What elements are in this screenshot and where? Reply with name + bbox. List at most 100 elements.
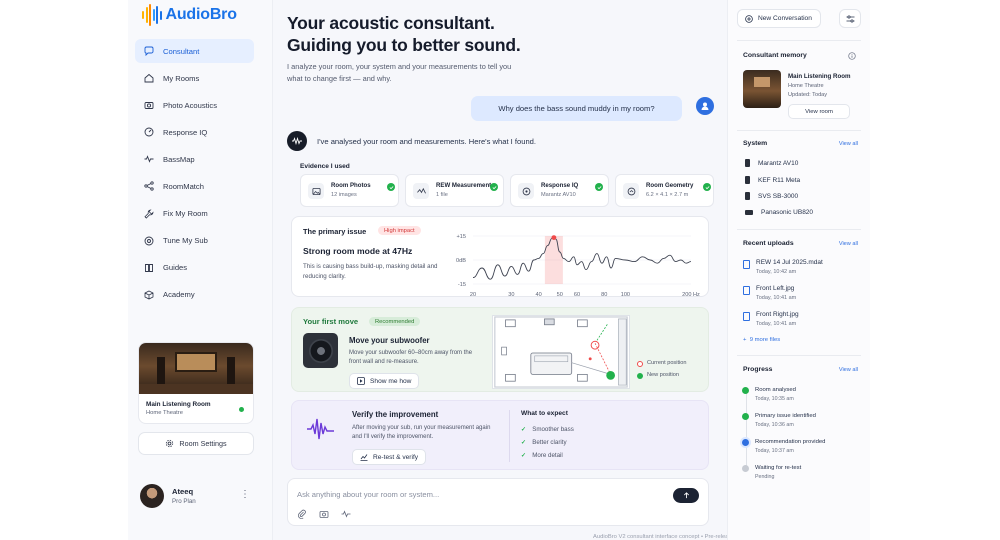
sidebar-item-tune-my-sub[interactable]: Tune My Sub xyxy=(135,229,254,253)
more-vertical-icon[interactable]: ⋮ xyxy=(240,490,250,500)
system-item[interactable]: Marantz AV10 xyxy=(745,159,798,167)
check-icon xyxy=(595,183,603,191)
system-item[interactable]: SVS SB-3000 xyxy=(745,192,798,200)
evidence-item-room-photos[interactable]: Room Photos 12 images xyxy=(300,174,399,207)
x-tick-label: 40 xyxy=(536,292,542,298)
system-view-all-link[interactable]: View all xyxy=(839,141,858,147)
new-conversation-button[interactable]: New Conversation xyxy=(737,9,821,28)
legend-new-label: New position xyxy=(647,372,680,378)
divider xyxy=(509,410,510,462)
evidence-item-response-iq[interactable]: Response IQ Marantz AV10 xyxy=(510,174,609,207)
expect-item: ✓ More detail xyxy=(521,452,563,459)
x-tick-label: 60 xyxy=(574,292,580,298)
room-card[interactable]: Main Listening Room Home Theatre xyxy=(138,342,254,424)
waveform-icon[interactable] xyxy=(341,509,351,519)
verify-headline: Verify the improvement xyxy=(352,410,439,419)
move-label: Your first move xyxy=(303,317,359,326)
sidebar-item-label: Tune My Sub xyxy=(163,236,208,246)
checkmark-icon: ✓ xyxy=(521,452,527,459)
x-tick-label: 200 Hz xyxy=(682,292,700,298)
sidebar-item-response-iq[interactable]: Response IQ xyxy=(135,120,254,144)
new-position-marker xyxy=(606,370,615,380)
cube-icon xyxy=(623,183,639,199)
composer-tools xyxy=(297,509,351,519)
uploads-title: Recent uploads xyxy=(743,240,794,247)
sidebar-item-bassmap[interactable]: BassMap xyxy=(135,147,254,171)
sidebar-item-label: Consultant xyxy=(163,46,200,56)
hero-subtitle: I analyze your room, your system and you… xyxy=(287,62,512,83)
gauge-icon xyxy=(144,127,154,137)
peak-marker xyxy=(551,235,557,240)
sidebar-item-label: BassMap xyxy=(163,154,195,164)
sidebar-item-label: Fix My Room xyxy=(163,209,208,219)
progress-view-all-link[interactable]: View all xyxy=(839,367,858,373)
room-card-name: Main Listening Room xyxy=(146,401,211,408)
right-panel: New Conversation Consultant memory Main … xyxy=(727,0,870,540)
room-mode-highlight xyxy=(544,236,563,284)
current-dot-icon xyxy=(637,361,643,367)
file-icon xyxy=(743,260,750,269)
evidence-item-room-geometry[interactable]: Room Geometry 6.2 × 4.1 × 2.7 m xyxy=(615,174,714,207)
evidence-sub: 6.2 × 4.1 × 2.7 m xyxy=(646,192,689,198)
sidebar-item-academy[interactable]: Academy xyxy=(135,283,254,307)
info-icon[interactable] xyxy=(848,52,856,60)
user-profile[interactable]: Ateeq Pro Plan ⋮ xyxy=(140,483,250,511)
issue-headline: Strong room mode at 47Hz xyxy=(303,246,413,256)
system-item[interactable]: Panasonic UB820 xyxy=(745,209,813,216)
system-item[interactable]: KEF R11 Meta xyxy=(745,176,800,184)
waveform-icon xyxy=(307,418,334,440)
verify-card: Verify the improvement After moving your… xyxy=(291,400,709,470)
view-room-button[interactable]: View room xyxy=(788,104,850,119)
user-plan: Pro Plan xyxy=(172,498,196,505)
logo[interactable]: AudioBro xyxy=(142,3,237,27)
plus-circle-icon xyxy=(745,14,753,23)
memory-room-type: Home Theatre xyxy=(788,83,824,89)
sidebar-item-label: Response IQ xyxy=(163,127,208,137)
new-dot-icon xyxy=(637,373,643,379)
room-settings-button[interactable]: Room Settings xyxy=(138,432,254,455)
evidence-title: Evidence I used xyxy=(300,163,350,170)
sidebar-item-photo-acoustics[interactable]: Photo Acoustics xyxy=(135,93,254,117)
book-icon xyxy=(145,263,153,272)
more-files-link[interactable]: + 9 more files xyxy=(743,337,780,343)
retest-verify-button[interactable]: Re-test & verify xyxy=(352,449,427,465)
sidebar: AudioBro Consultant My Rooms Photo Acous… xyxy=(128,0,273,540)
checkmark-icon: ✓ xyxy=(521,426,527,433)
sidebar-item-fix-my-room[interactable]: Fix My Room xyxy=(135,202,254,226)
hero-title-line1: Your acoustic consultant. xyxy=(287,13,495,33)
room-card-type: Home Theatre xyxy=(146,410,183,416)
legend-current-label: Current position xyxy=(647,360,687,366)
image-icon xyxy=(308,183,324,199)
hero-title-line2: Guiding you to better sound. xyxy=(287,35,521,55)
app-name: AudioBro xyxy=(165,6,237,23)
paperclip-icon[interactable] xyxy=(297,509,307,519)
camera-icon[interactable] xyxy=(319,509,329,519)
move-description: Move your subwoofer 60–80cm away from th… xyxy=(349,350,473,365)
sidebar-item-my-rooms[interactable]: My Rooms xyxy=(135,66,254,90)
evidence-name: Room Geometry xyxy=(646,182,694,189)
evidence-name: Room Photos xyxy=(331,182,371,189)
evidence-item-rew-measurement[interactable]: REW Measurement 1 file xyxy=(405,174,504,207)
sidebar-item-roommatch[interactable]: RoomMatch xyxy=(135,174,254,198)
uploads-view-all-link[interactable]: View all xyxy=(839,241,858,247)
pending-step-icon xyxy=(742,465,749,472)
app-window: AudioBro Consultant My Rooms Photo Acous… xyxy=(128,0,870,540)
composer: Ask anything about your room or system..… xyxy=(287,478,709,526)
gauge-icon xyxy=(518,183,534,199)
memory-room-name: Main Listening Room xyxy=(788,73,851,80)
room-thumbnail xyxy=(743,70,781,108)
chat-input[interactable]: Ask anything about your room or system..… xyxy=(297,490,439,499)
filter-button[interactable] xyxy=(839,9,861,28)
sidebar-item-label: Photo Acoustics xyxy=(163,100,218,110)
room-floor-plan[interactable] xyxy=(492,315,630,389)
send-button[interactable] xyxy=(673,488,699,503)
sidebar-item-consultant[interactable]: Consultant xyxy=(135,39,254,63)
speaker-icon xyxy=(745,176,750,184)
evidence-sub: 1 file xyxy=(436,192,448,198)
assistant-waveform-icon xyxy=(287,131,307,151)
sidebar-item-guides[interactable]: Guides xyxy=(135,256,254,280)
room-status-dot xyxy=(239,407,244,412)
sidebar-item-label: Academy xyxy=(163,290,195,300)
show-me-how-button[interactable]: Show me how xyxy=(349,373,420,389)
file-icon xyxy=(743,286,750,295)
